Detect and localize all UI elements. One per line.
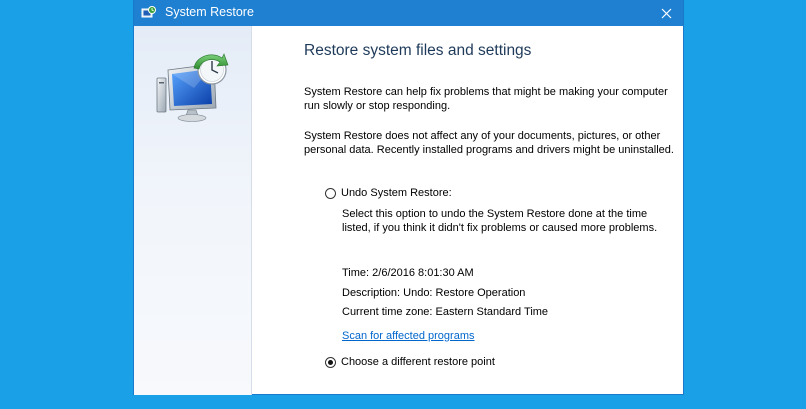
page-title: Restore system files and settings	[304, 42, 532, 59]
different-restore-point-radio[interactable]	[325, 356, 336, 368]
restore-description: Description: Undo: Restore Operation	[342, 287, 526, 299]
current-time-zone: Current time zone: Eastern Standard Time	[342, 306, 549, 318]
system-restore-computer-icon	[156, 53, 229, 122]
close-icon	[661, 8, 671, 18]
main-content: Restore system files and settings System…	[252, 26, 683, 395]
sidebar-panel	[134, 26, 252, 395]
window-title: System Restore	[165, 5, 254, 19]
undo-restore-option[interactable]: Undo System Restore:	[325, 187, 452, 199]
close-button[interactable]	[649, 0, 683, 26]
system-restore-icon	[141, 6, 156, 18]
system-restore-window: System Restore Restore system files and …	[133, 0, 684, 395]
data-safety-paragraph: System Restore does not affect any of yo…	[304, 130, 674, 156]
undo-restore-description: Select this option to undo the System Re…	[342, 208, 658, 234]
restore-time: Time: 2/6/2016 8:01:30 AM	[342, 267, 474, 279]
undo-restore-radio[interactable]	[325, 187, 336, 199]
intro-paragraph: System Restore can help fix problems tha…	[304, 86, 668, 112]
title-bar[interactable]: System Restore	[134, 0, 683, 26]
different-restore-point-option[interactable]: Choose a different restore point	[325, 356, 495, 368]
undo-restore-label: Undo System Restore:	[341, 187, 452, 199]
different-restore-point-label: Choose a different restore point	[341, 356, 495, 368]
scan-affected-programs-link[interactable]: Scan for affected programs	[342, 330, 474, 342]
